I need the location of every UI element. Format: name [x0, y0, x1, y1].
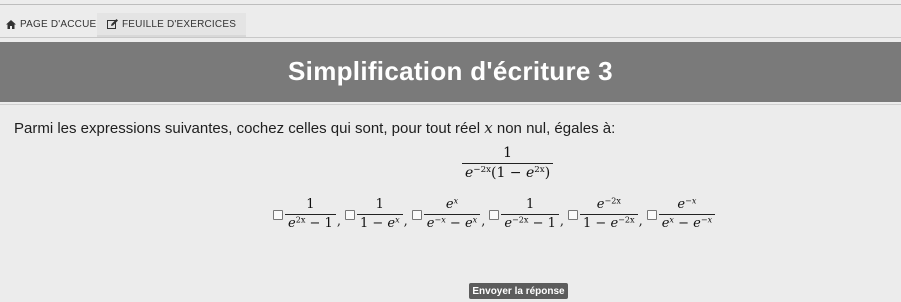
option-numerator-1: 1 [306, 197, 315, 212]
answer-option-3[interactable]: ex e−x − ex [409, 196, 481, 232]
option-numerator-3: ex [445, 196, 459, 212]
option-denominator-2: 1 − ex [356, 214, 403, 231]
option-separator: , [638, 214, 643, 230]
option-denominator-6: ex − e−x [658, 214, 716, 231]
answer-option-5[interactable]: e−2x 1 − e−2x [565, 196, 638, 232]
answer-option-4[interactable]: 1 e−2x − 1 [486, 197, 559, 232]
home-icon [6, 19, 16, 29]
option-checkbox-1[interactable] [273, 209, 283, 220]
option-fraction-2: 1 1 − ex [356, 197, 403, 232]
nav-divider [0, 37, 901, 38]
option-separator: , [403, 214, 408, 230]
option-denominator-4: e−2x − 1 [501, 214, 559, 231]
option-numerator-5: e−2x [596, 196, 621, 212]
edit-icon [107, 19, 118, 29]
option-checkbox-4[interactable] [489, 209, 500, 220]
submit-answer-button[interactable]: Envoyer la réponse [469, 283, 568, 299]
option-checkbox-2[interactable] [344, 209, 355, 220]
option-fraction-5: e−2x 1 − e−2x [580, 196, 638, 232]
target-denominator: e−2x(1 − e2x) [462, 163, 554, 181]
content-divider [0, 104, 901, 105]
top-navigation: PAGE D'ACCUEIL FEUILLE D'EXERCICES [0, 13, 901, 37]
option-checkbox-6[interactable] [646, 209, 657, 220]
option-checkbox-5[interactable] [568, 209, 579, 220]
nav-home-label: PAGE D'ACCUEIL [20, 18, 106, 30]
option-fraction-1: 1 e2x − 1 [285, 197, 336, 232]
option-denominator-5: 1 − e−2x [580, 214, 638, 231]
target-numerator: 1 [503, 145, 513, 161]
option-separator: , [336, 214, 341, 230]
option-numerator-6: e−x [677, 196, 697, 212]
question-text-after: non nul, égales à: [492, 120, 616, 137]
option-checkbox-3[interactable] [411, 209, 422, 220]
answer-options: 1 e2x − 1,11 − ex, ex e−x − ex, 1 e−2x − 1, e−… [270, 196, 716, 232]
question-text: Parmi les expressions suivantes, cochez … [14, 119, 615, 137]
nav-sheet-label: FEUILLE D'EXERCICES [122, 18, 237, 30]
option-denominator-3: e−x − ex [423, 214, 481, 231]
nav-exercise-sheet-tab[interactable]: FEUILLE D'EXERCICES [97, 13, 247, 37]
question-variable: x [484, 119, 493, 137]
target-expression: 1 e−2x(1 − e2x) [462, 145, 554, 182]
option-numerator-4: 1 [525, 197, 535, 212]
answer-option-6[interactable]: e−x ex − e−x [644, 196, 716, 232]
answer-option-1[interactable]: 1 e2x − 1 [270, 197, 336, 232]
answer-option-2[interactable]: 1 1 − ex [342, 197, 403, 232]
question-text-before: Parmi les expressions suivantes, cochez … [14, 120, 485, 137]
top-border [0, 4, 901, 5]
option-fraction-3: ex e−x − ex [423, 196, 481, 232]
page-title: Simplification d'écriture 3 [288, 56, 613, 86]
option-numerator-2: 1 [375, 197, 384, 212]
option-separator: , [559, 214, 565, 230]
option-separator: , [481, 214, 486, 230]
nav-home-link[interactable]: PAGE D'ACCUEIL [6, 13, 105, 35]
option-fraction-4: 1 e−2x − 1 [501, 197, 559, 232]
option-denominator-1: e2x − 1 [285, 214, 336, 231]
option-fraction-6: e−x ex − e−x [658, 196, 716, 232]
